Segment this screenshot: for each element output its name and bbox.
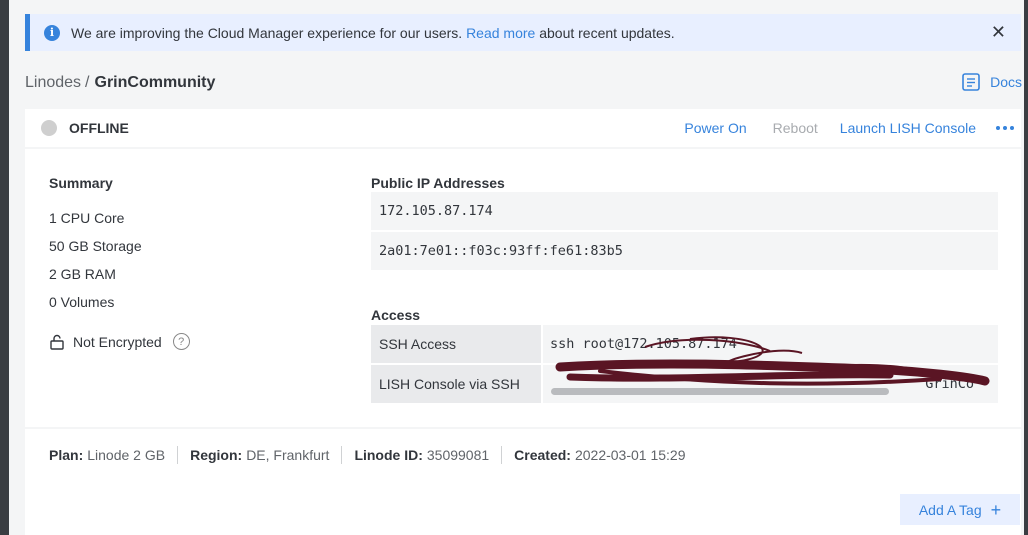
status-label: OFFLINE	[69, 120, 129, 136]
plan-label: Plan:	[49, 447, 84, 463]
access-label: LISH Console via SSH	[371, 365, 541, 403]
encryption-label: Not Encrypted	[73, 333, 162, 350]
encryption-status: Not Encrypted ?	[49, 333, 190, 350]
linode-id-label: Linode ID:	[354, 447, 423, 463]
public-ip-title: Public IP Addresses	[371, 175, 505, 191]
banner-text-before: We are improving the Cloud Manager exper…	[71, 24, 467, 41]
summary-item: 0 Volumes	[49, 294, 115, 310]
page-title[interactable]: GrinCommunity	[95, 74, 216, 92]
power-on-button[interactable]: Power On	[684, 120, 746, 136]
linode-actions: Power On Reboot Launch LISH Console	[684, 109, 1014, 147]
meta-divider	[501, 446, 503, 464]
window-left-edge	[0, 0, 9, 535]
launch-lish-console-button[interactable]: Launch LISH Console	[840, 120, 976, 136]
reboot-button[interactable]: Reboot	[773, 120, 818, 136]
access-label: SSH Access	[371, 325, 541, 363]
ip-address-row[interactable]: 172.105.87.174	[371, 192, 998, 230]
region-label: Region:	[190, 447, 243, 463]
access-title: Access	[371, 307, 421, 323]
docs-link[interactable]: Docs	[961, 72, 1022, 92]
breadcrumb: Linodes / GrinCommunity	[25, 74, 215, 92]
breadcrumb-parent-link[interactable]: Linodes	[25, 74, 81, 92]
linode-footer: Plan: Linode 2 GB Region: DE, Frankfurt …	[25, 429, 1021, 535]
docs-label: Docs	[990, 74, 1022, 90]
meta-divider	[341, 446, 343, 464]
region-value: DE, Frankfurt	[246, 447, 330, 463]
summary-item: 1 CPU Core	[49, 210, 125, 226]
access-row: LISH Console via SSH GrinCo	[371, 365, 998, 403]
linode-meta: Plan: Linode 2 GB Region: DE, Frankfurt …	[49, 446, 686, 464]
linode-status-bar: OFFLINE Power On Reboot Launch LISH Cons…	[25, 109, 1021, 147]
close-icon[interactable]: ✕	[991, 23, 1006, 41]
linode-detail-card: Summary 1 CPU Core 50 GB Storage 2 GB RA…	[25, 149, 1021, 427]
ip-address-row[interactable]: 2a01:7e01::f03c:93ff:fe61:83b5	[371, 232, 998, 270]
breadcrumb-separator: /	[85, 74, 90, 91]
access-row: SSH Access ssh root@172.105.87.174	[371, 325, 998, 363]
summary-item: 50 GB Storage	[49, 238, 142, 254]
summary-item: 2 GB RAM	[49, 266, 116, 282]
meta-divider	[177, 446, 179, 464]
info-icon: i	[44, 24, 60, 41]
lish-field-scrollbar[interactable]	[551, 388, 889, 395]
created-value: 2022-03-01 15:29	[574, 447, 686, 463]
add-tag-label: Add A Tag	[918, 501, 982, 518]
docs-icon	[962, 73, 980, 91]
linode-id-value: 35099081	[426, 447, 490, 463]
lish-command-visible-text: GrinCo	[925, 376, 974, 392]
window-right-edge	[1024, 0, 1028, 535]
help-icon[interactable]: ?	[172, 333, 190, 350]
unlock-icon	[50, 334, 64, 350]
notice-banner: i We are improving the Cloud Manager exp…	[25, 14, 1021, 51]
status-indicator-icon	[41, 120, 57, 136]
created-label: Created:	[514, 447, 571, 463]
lish-command-field[interactable]: GrinCo	[543, 365, 998, 403]
plus-icon: +	[990, 499, 1002, 520]
add-tag-button[interactable]: Add A Tag +	[900, 494, 1020, 525]
summary-title: Summary	[49, 175, 113, 191]
ssh-command-field[interactable]: ssh root@172.105.87.174	[543, 325, 998, 363]
banner-read-more-link[interactable]: Read more	[466, 25, 535, 41]
more-actions-icon[interactable]	[996, 126, 1014, 130]
banner-text-after: about recent updates.	[535, 24, 675, 41]
plan-value: Linode 2 GB	[87, 447, 166, 463]
